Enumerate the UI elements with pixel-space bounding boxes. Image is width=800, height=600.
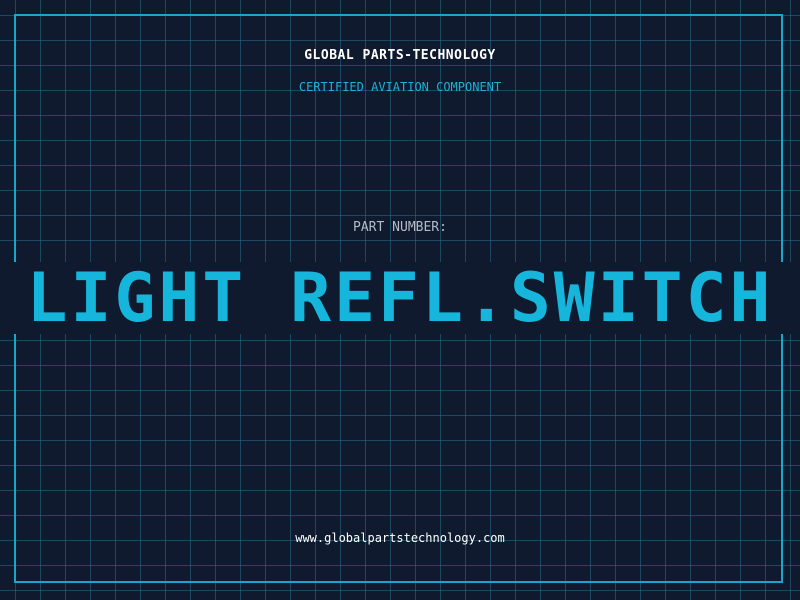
website-url: www.globalpartstechnology.com: [295, 531, 505, 545]
part-label-card: GLOBAL PARTS-TECHNOLOGY CERTIFIED AVIATI…: [0, 0, 800, 600]
brand-tagline: CERTIFIED AVIATION COMPONENT: [298, 80, 502, 94]
part-number-label: PART NUMBER:: [353, 220, 447, 235]
brand-name: GLOBAL PARTS-TECHNOLOGY: [304, 48, 496, 63]
part-name: LIGHT REFL.SWITCH: [26, 259, 774, 338]
